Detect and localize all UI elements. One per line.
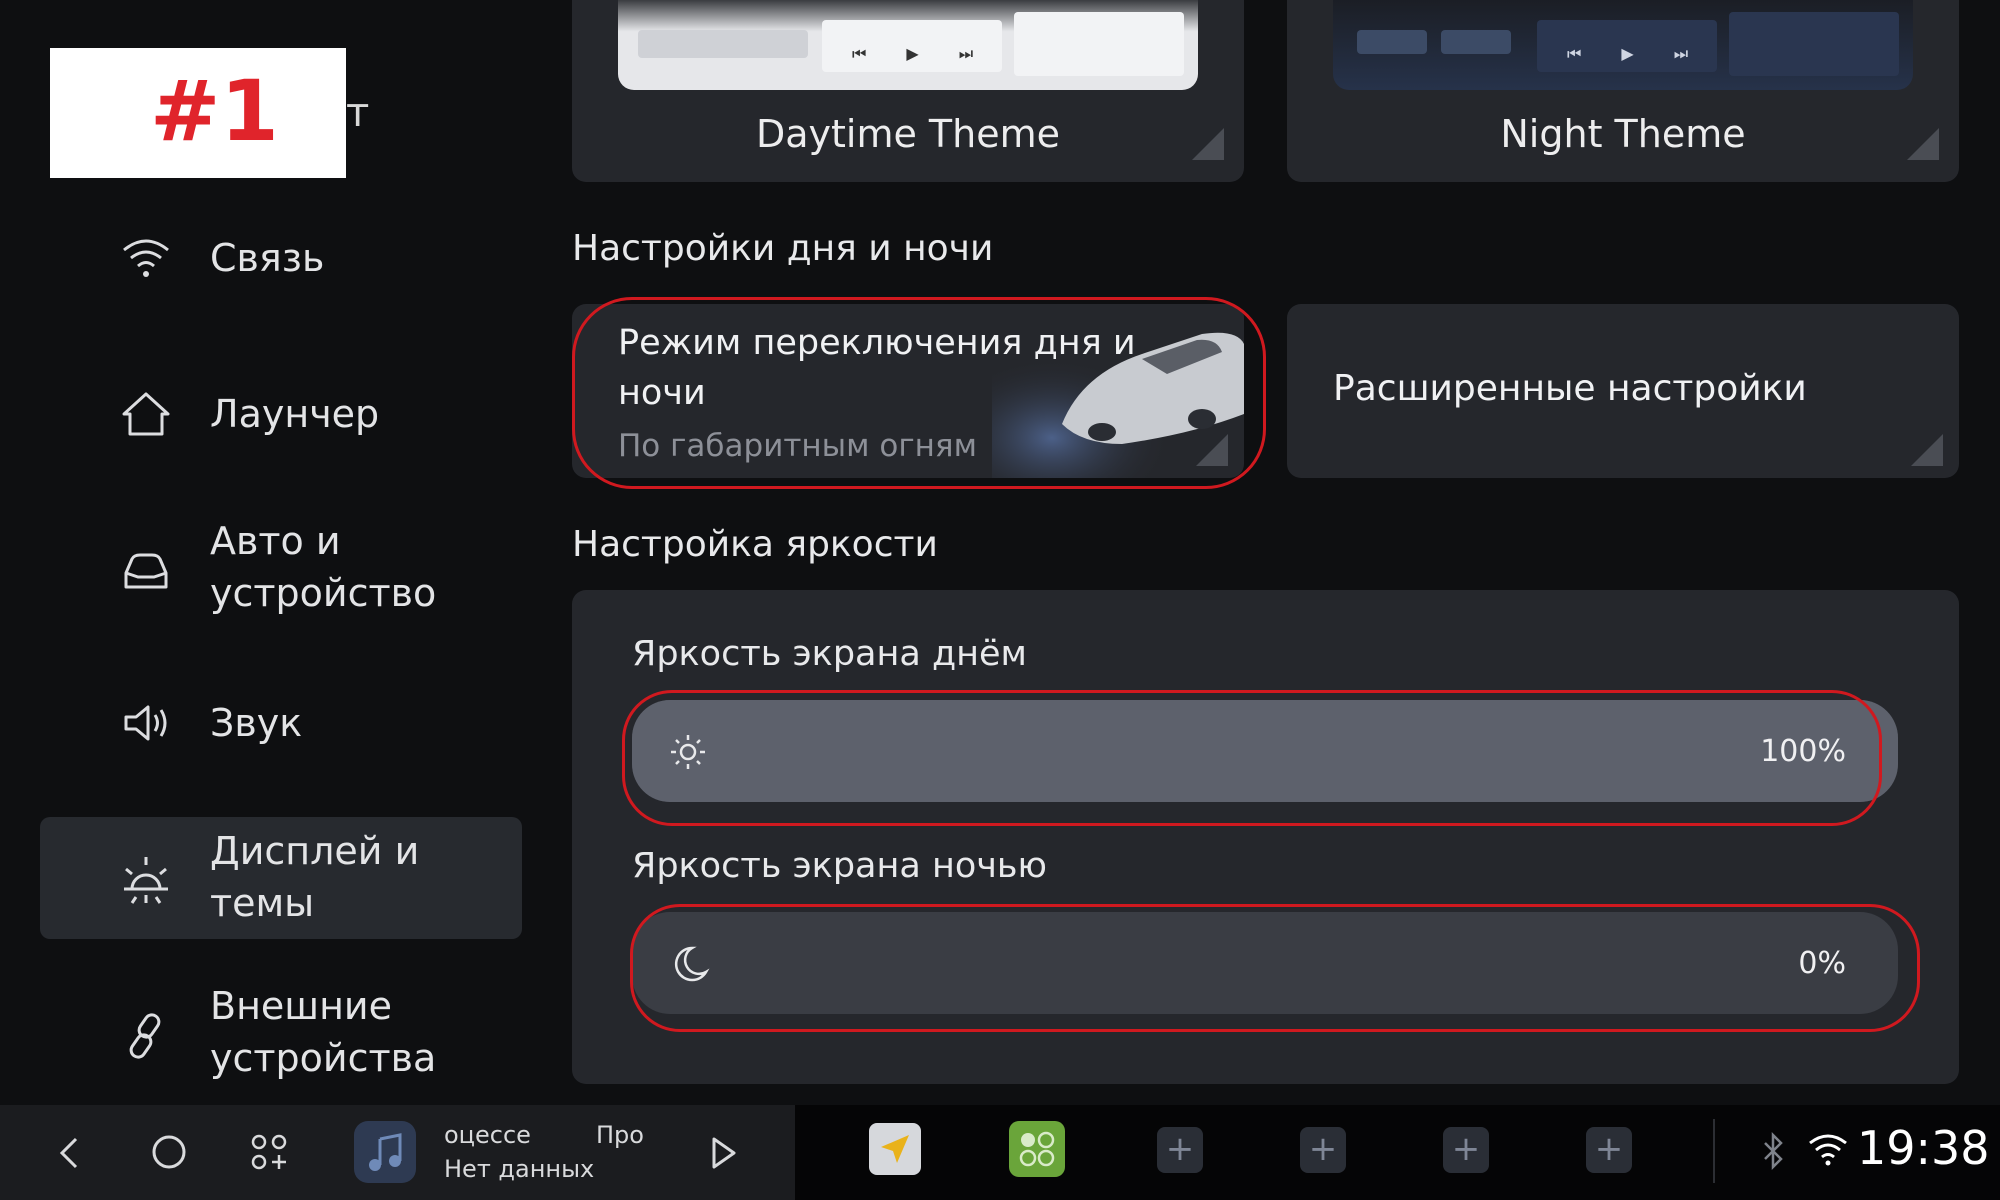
media-line-right: Про [596, 1121, 644, 1149]
dock-add-slot-1[interactable]: + [1157, 1127, 1203, 1173]
dock-add-slot-2[interactable]: + [1300, 1127, 1346, 1173]
music-app-icon[interactable] [354, 1121, 416, 1183]
annotation-badge: #1 [50, 48, 346, 178]
advanced-settings-card[interactable]: Расширенные настройки [1287, 304, 1959, 478]
sidebar-item-label: Авто и устройство [210, 519, 437, 615]
sun-icon [124, 857, 168, 904]
sidebar-item-connection[interactable]: Связь [40, 226, 522, 292]
play-icon[interactable] [706, 1133, 740, 1173]
sidebar-item-display-themes[interactable]: Дисплей и темы [40, 817, 522, 939]
dock-add-slot-3[interactable]: + [1443, 1127, 1489, 1173]
media-line-2: Нет данных [444, 1155, 595, 1183]
home-circle-icon[interactable] [148, 1131, 190, 1173]
apps-launcher-icon[interactable] [1009, 1121, 1065, 1177]
sidebar-item-external-devices[interactable]: Внешние устройства [40, 980, 522, 1090]
sidebar-item-label: Связь [210, 236, 325, 280]
sidebar-item-label: Звук [210, 701, 303, 745]
day-brightness-label: Яркость экрана днём [632, 634, 1027, 674]
sidebar-item-label: Лаунчер [210, 392, 380, 436]
corner-indicator-icon [1192, 128, 1224, 160]
day-night-section-title: Настройки дня и ночи [572, 228, 994, 269]
grid-circles-icon [1019, 1131, 1055, 1167]
bottom-bar-dock: + + + + 19:38 [795, 1105, 2000, 1200]
sidebar-item-label: Дисплей и темы [210, 829, 420, 925]
daytime-theme-title: Daytime Theme [755, 112, 1061, 156]
night-theme-title: Night Theme [1500, 112, 1746, 156]
annotation-circle-night-slider [630, 904, 1920, 1032]
night-theme-card[interactable]: ⏮▶⏭ Night Theme [1287, 0, 1959, 182]
sidebar-item-sound[interactable]: Звук [40, 691, 522, 757]
sidebar-item-label: Внешние устройства [210, 984, 437, 1080]
hidden-title-fragment: т [346, 90, 370, 136]
music-note-icon [369, 1133, 402, 1171]
corner-indicator-icon [1907, 128, 1939, 160]
corner-indicator-icon [1911, 434, 1943, 466]
car-icon [124, 553, 168, 589]
wifi-icon [123, 239, 169, 277]
night-theme-preview: ⏮▶⏭ [1333, 0, 1913, 90]
navigation-arrow-icon [881, 1135, 909, 1163]
bottom-bar-left: оцессе Про Нет данных [0, 1105, 795, 1200]
home-icon [122, 392, 170, 436]
annotation-circle-day-slider [622, 690, 1882, 826]
bluetooth-icon [1764, 1131, 1783, 1171]
sidebar-item-vehicle[interactable]: Авто и устройство [40, 515, 522, 625]
night-brightness-label: Яркость экрана ночью [632, 846, 1048, 886]
dock-add-slot-4[interactable]: + [1586, 1127, 1632, 1173]
apps-grid-icon[interactable] [248, 1131, 290, 1173]
brightness-section-title: Настройка яркости [572, 524, 938, 565]
link-icon [129, 1013, 161, 1059]
navigation-app-icon[interactable] [869, 1123, 921, 1175]
badge-label: #1 [150, 62, 279, 160]
back-icon[interactable] [52, 1133, 88, 1173]
sidebar-item-launcher[interactable]: Лаунчер [40, 382, 522, 448]
speaker-icon [124, 705, 167, 741]
media-line-1: оцессе [444, 1121, 531, 1149]
wifi-status-icon [1809, 1134, 1847, 1166]
annotation-circle-mode [572, 297, 1266, 489]
daytime-theme-preview: ⏮▶⏭ [618, 0, 1198, 90]
advanced-settings-title: Расширенные настройки [1333, 368, 1807, 409]
dock-divider [1713, 1119, 1715, 1183]
clock-time: 19:38 [1857, 1121, 1990, 1175]
daytime-theme-card[interactable]: ⏮▶⏭ Daytime Theme [572, 0, 1244, 182]
